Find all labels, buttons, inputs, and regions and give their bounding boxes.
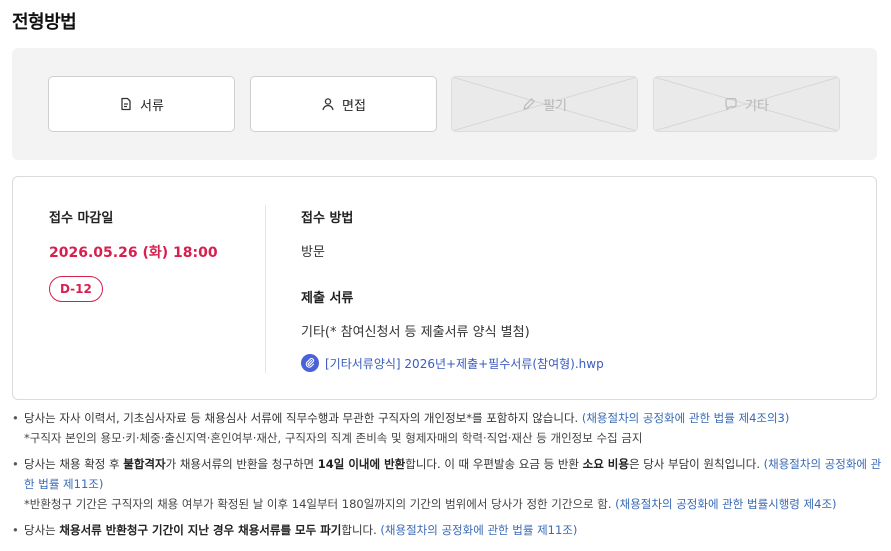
notice-text: 합니다. 이 때 우편발송 요금 등 반환 bbox=[405, 457, 583, 471]
step-written-test: 필기 bbox=[451, 76, 638, 132]
notice-text: 은 당사 부담이 원칙입니다. bbox=[628, 457, 760, 471]
documents-value: 기타(* 참여신청서 등 제출서류 양식 별첨) bbox=[301, 325, 530, 340]
chat-bubble-icon bbox=[724, 97, 738, 111]
pencil-icon bbox=[522, 97, 536, 111]
notice-text: 합니다. bbox=[341, 523, 377, 537]
method-label: 접수 방법 bbox=[301, 211, 354, 226]
documents-label: 제출 서류 bbox=[301, 291, 354, 306]
method-section: 접수 방법 방문 제출 서류 기타(* 참여신청서 등 제출서류 양식 별첨) … bbox=[301, 207, 604, 372]
attachment-filename: [기타서류양식] 2026년+제출+필수서류(참여형).hwp bbox=[325, 356, 604, 371]
notice-subtext: *구직자 본인의 용모·키·체중·출신지역·혼인여부·재산, 구직자의 직계 존… bbox=[24, 431, 643, 445]
notice-text: 당사는 bbox=[24, 523, 60, 537]
law-reference: (채용절차의 공정화에 관한 법률시행령 제4조) bbox=[615, 497, 837, 511]
step-written-test-label: 필기 bbox=[543, 98, 567, 114]
page-title: 전형방법 bbox=[12, 12, 77, 33]
notice-list: 당사는 자사 이력서, 기초심사자료 등 채용심사 서류에 직무수행과 무관한 … bbox=[12, 408, 882, 540]
step-other-label: 기타 bbox=[745, 98, 769, 114]
column-divider bbox=[265, 205, 266, 373]
step-document-label: 서류 bbox=[140, 98, 164, 114]
notice-item: 당사는 자사 이력서, 기초심사자료 등 채용심사 서류에 직무수행과 무관한 … bbox=[12, 408, 882, 448]
method-value: 방문 bbox=[301, 245, 325, 260]
law-reference: (채용절차의 공정화에 관한 법률 제4조의3) bbox=[581, 411, 790, 425]
selection-steps-panel: 서류 면접 필기 기타 bbox=[12, 48, 877, 160]
person-icon bbox=[321, 97, 335, 111]
notice-text: 가 채용서류의 반환을 청구하면 bbox=[165, 457, 318, 471]
application-info-box: 접수 마감일 2026.05.26 (화) 18:00 D-12 접수 방법 방… bbox=[12, 176, 877, 400]
document-icon bbox=[119, 97, 133, 111]
dday-badge: D-12 bbox=[49, 276, 103, 302]
deadline-section: 접수 마감일 2026.05.26 (화) 18:00 D-12 bbox=[49, 207, 218, 302]
step-interview-label: 면접 bbox=[342, 98, 366, 114]
law-reference: (채용절차의 공정화에 관한 법률 제11조) bbox=[380, 523, 578, 537]
notice-emphasis: 채용서류 반환청구 기간이 지난 경우 채용서류를 모두 파기 bbox=[59, 523, 342, 537]
notice-item: 당사는 채용 확정 후 불합격자가 채용서류의 반환을 청구하면 14일 이내에… bbox=[12, 454, 882, 514]
notice-item: 당사는 채용서류 반환청구 기간이 지난 경우 채용서류를 모두 파기합니다. … bbox=[12, 520, 882, 540]
attachment-icon bbox=[301, 354, 319, 372]
deadline-date: 2026.05.26 (화) 18:00 bbox=[49, 245, 218, 261]
notice-emphasis: 소요 비용 bbox=[582, 457, 629, 471]
deadline-label: 접수 마감일 bbox=[49, 211, 114, 226]
notice-text: 당사는 자사 이력서, 기초심사자료 등 채용심사 서류에 직무수행과 무관한 … bbox=[24, 411, 579, 425]
notice-emphasis: 불합격자 bbox=[123, 457, 166, 471]
step-other: 기타 bbox=[653, 76, 840, 132]
step-document[interactable]: 서류 bbox=[48, 76, 235, 132]
step-interview[interactable]: 면접 bbox=[250, 76, 437, 132]
notice-text: 당사는 채용 확정 후 bbox=[24, 457, 124, 471]
notice-subtext: *반환청구 기간은 구직자의 채용 여부가 확정된 날 이후 14일부터 180… bbox=[24, 497, 612, 511]
attachment-link[interactable]: [기타서류양식] 2026년+제출+필수서류(참여형).hwp bbox=[301, 354, 604, 372]
notice-emphasis: 14일 이내에 반환 bbox=[317, 457, 406, 471]
